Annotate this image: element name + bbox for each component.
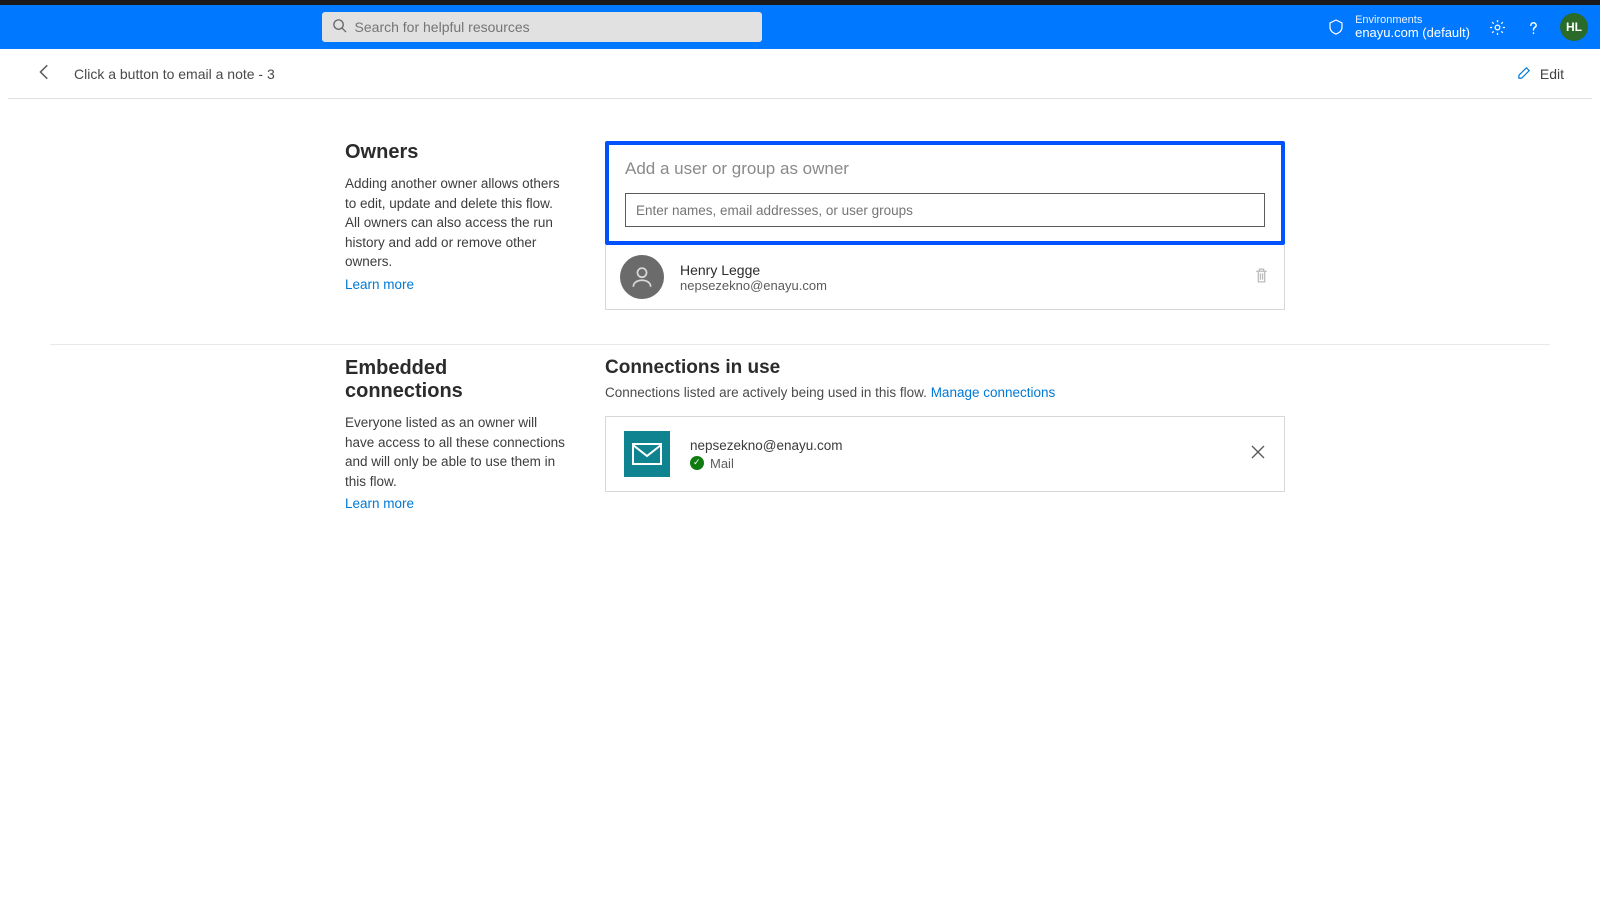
add-owner-input[interactable] xyxy=(625,193,1265,227)
owners-description: Adding another owner allows others to ed… xyxy=(345,174,565,272)
global-search[interactable] xyxy=(322,12,762,42)
search-icon xyxy=(332,18,347,36)
main-content: Owners Adding another owner allows other… xyxy=(50,99,1550,605)
delete-owner-button[interactable] xyxy=(1253,267,1270,287)
connection-row: nepsezekno@enayu.com Mail xyxy=(605,416,1285,492)
owner-email: nepsezekno@enayu.com xyxy=(680,278,1237,293)
connections-learn-more-link[interactable]: Learn more xyxy=(345,496,414,511)
mail-service-icon xyxy=(624,431,670,477)
connections-subtext: Connections listed are actively being us… xyxy=(605,385,1285,400)
connection-service: Mail xyxy=(710,456,734,471)
owners-section: Owners Adding another owner allows other… xyxy=(50,129,1550,345)
environment-icon xyxy=(1327,18,1345,36)
owner-row: Henry Legge nepsezekno@enayu.com xyxy=(605,245,1285,310)
topbar-right: Environments enayu.com (default) HL xyxy=(1327,13,1588,41)
page-title: Click a button to email a note - 3 xyxy=(74,66,1517,82)
owner-avatar-icon xyxy=(620,255,664,299)
edit-label: Edit xyxy=(1540,66,1564,82)
command-bar: Click a button to email a note - 3 Edit xyxy=(8,49,1592,99)
owner-name: Henry Legge xyxy=(680,262,1237,278)
help-icon[interactable] xyxy=(1524,18,1542,36)
add-owner-title: Add a user or group as owner xyxy=(625,159,1265,179)
connection-email: nepsezekno@enayu.com xyxy=(690,438,1230,453)
connections-section: Embedded connections Everyone listed as … xyxy=(50,345,1550,545)
connections-left-heading: Embedded connections xyxy=(345,357,565,403)
settings-icon[interactable] xyxy=(1488,18,1506,36)
back-button[interactable] xyxy=(36,63,54,84)
manage-connections-link[interactable]: Manage connections xyxy=(931,385,1056,400)
environment-label: Environments xyxy=(1355,14,1470,26)
owners-learn-more-link[interactable]: Learn more xyxy=(345,277,414,292)
connections-description: Everyone listed as an owner will have ac… xyxy=(345,413,565,491)
add-owner-panel: Add a user or group as owner xyxy=(605,141,1285,245)
environment-name: enayu.com (default) xyxy=(1355,26,1470,40)
edit-button[interactable]: Edit xyxy=(1517,65,1564,83)
user-avatar[interactable]: HL xyxy=(1560,13,1588,41)
connections-right-heading: Connections in use xyxy=(605,357,1285,379)
environment-picker[interactable]: Environments enayu.com (default) xyxy=(1327,14,1470,40)
owners-heading: Owners xyxy=(345,141,565,164)
pencil-icon xyxy=(1517,65,1532,83)
top-app-bar: Environments enayu.com (default) HL xyxy=(0,5,1600,49)
search-input[interactable] xyxy=(355,19,752,35)
remove-connection-button[interactable] xyxy=(1250,444,1266,465)
status-ok-icon xyxy=(690,456,704,470)
